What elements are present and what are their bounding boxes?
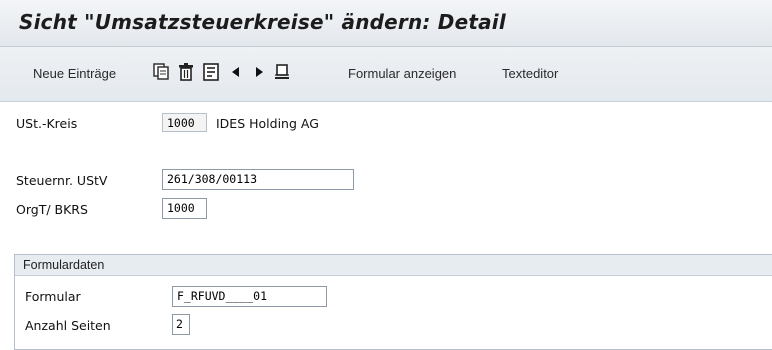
form-data-group-title: Formulardaten <box>23 258 105 272</box>
previous-entry-icon[interactable] <box>228 63 244 81</box>
steuernr-input[interactable]: 261/308/00113 <box>162 169 354 190</box>
formular-input[interactable]: F_RFUVD____01 <box>172 286 327 307</box>
print-icon[interactable] <box>274 63 290 81</box>
page-title: Sicht "Umsatzsteuerkreise" ändern: Detai… <box>19 10 506 34</box>
details-icon[interactable] <box>203 63 219 81</box>
next-entry-icon[interactable] <box>251 63 267 81</box>
delete-icon[interactable] <box>178 63 194 81</box>
copy-as-icon[interactable] <box>153 63 169 81</box>
formular-label: Formular <box>25 289 81 304</box>
orgt-input[interactable]: 1000 <box>162 198 207 219</box>
application-toolbar: Neue Einträge Formular anzeigen Textedit… <box>0 47 772 102</box>
title-bar: Sicht "Umsatzsteuerkreise" ändern: Detai… <box>0 0 772 47</box>
pages-count-input[interactable]: 2 <box>172 314 190 335</box>
form-data-group-header: Formulardaten <box>15 255 772 276</box>
new-entries-button[interactable]: Neue Einträge <box>33 66 116 81</box>
steuernr-label: Steuernr. UStV <box>16 173 108 188</box>
ust-kreis-description: IDES Holding AG <box>216 116 319 131</box>
orgt-label: OrgT/ BKRS <box>16 202 88 217</box>
ust-kreis-label: USt.-Kreis <box>16 116 78 131</box>
text-editor-button[interactable]: Texteditor <box>502 66 558 81</box>
pages-count-label: Anzahl Seiten <box>25 318 111 333</box>
form-data-group: Formulardaten <box>14 254 772 350</box>
form-display-button[interactable]: Formular anzeigen <box>348 66 456 81</box>
ust-kreis-field: 1000 <box>162 113 207 132</box>
